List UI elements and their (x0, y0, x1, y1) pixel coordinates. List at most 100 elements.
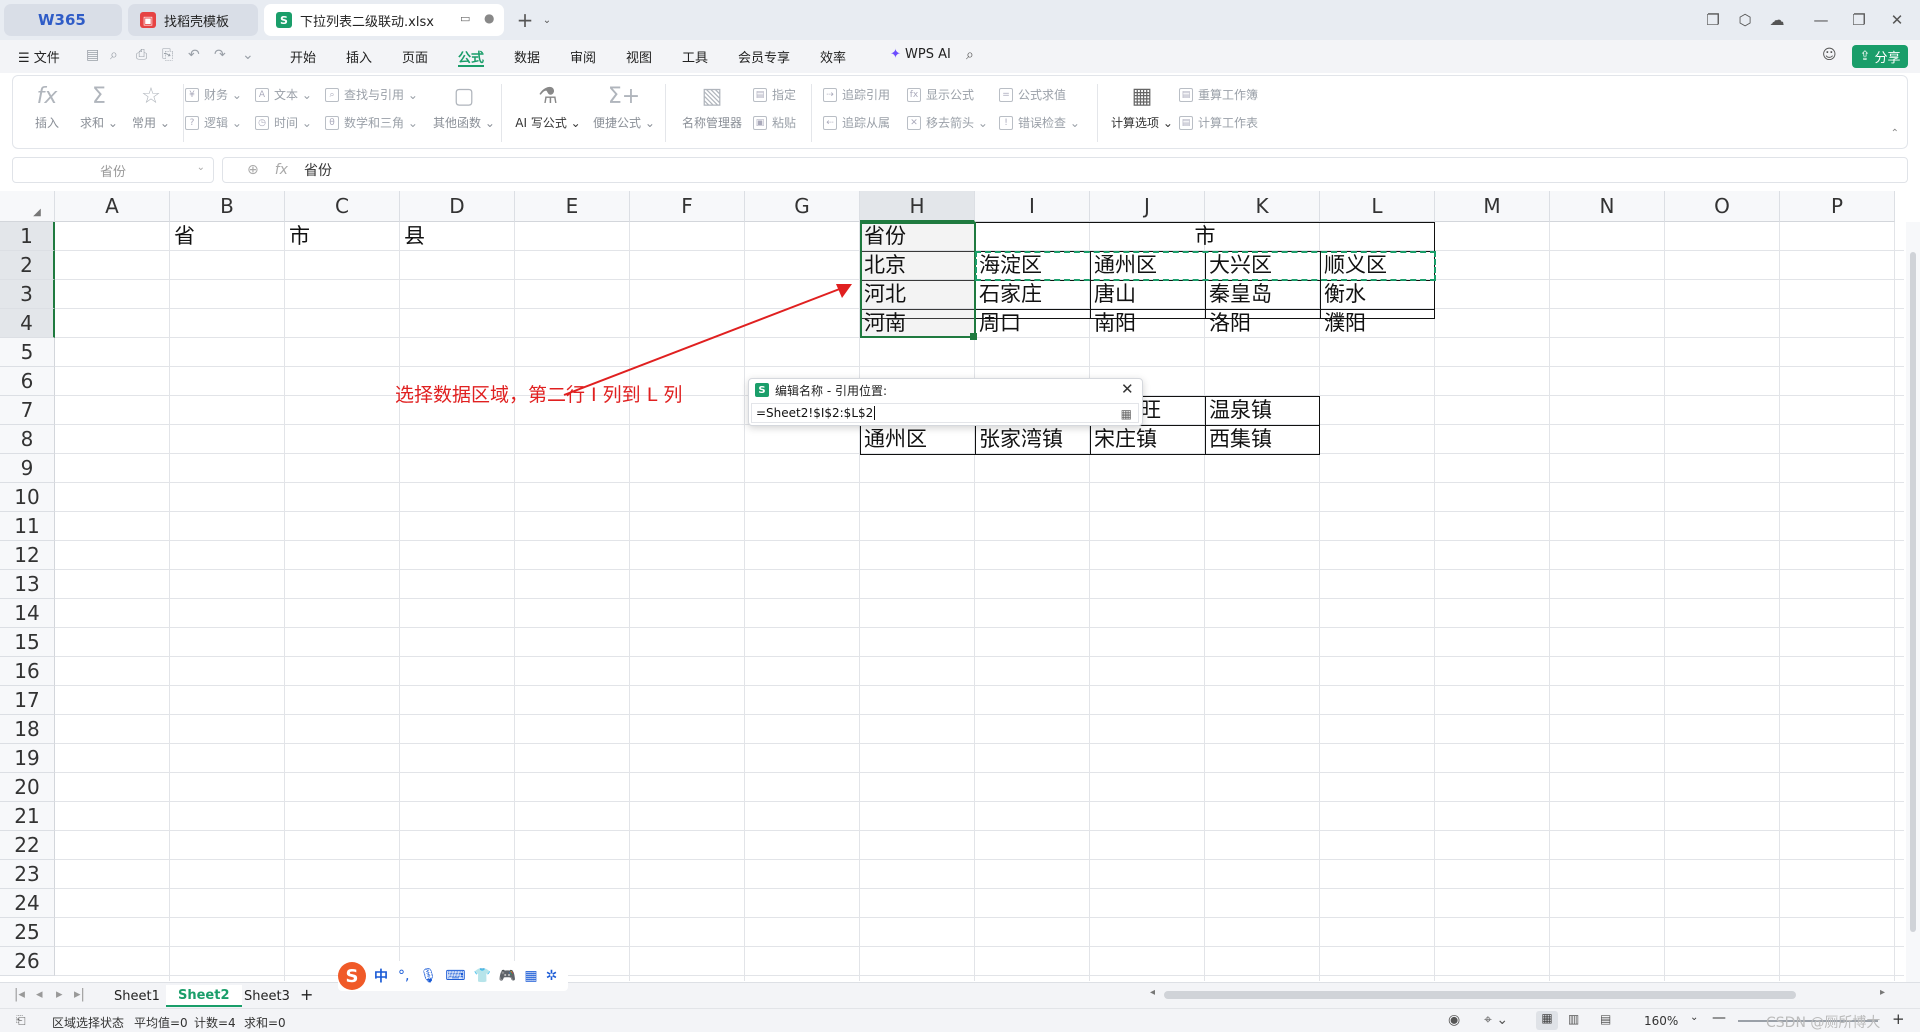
zoom-dropdown-icon[interactable]: ⌄ (1690, 1012, 1698, 1023)
cell-h2[interactable]: 北京 (860, 251, 975, 280)
insert-function-button[interactable]: fx 插入 (21, 84, 73, 131)
row-header-18[interactable]: 18 (0, 715, 55, 744)
search-icon[interactable]: ⌕ (966, 47, 974, 63)
name-manager-button[interactable]: ▧ 名称管理器 (677, 84, 747, 131)
cell-d1[interactable]: 县 (400, 222, 515, 251)
next-sheet-icon[interactable]: ▸ (56, 987, 63, 1002)
collapse-ribbon-icon[interactable]: ⌃ (1891, 128, 1899, 139)
specify-button[interactable]: ▤ 指定 (753, 86, 796, 103)
column-header-e[interactable]: E (515, 191, 630, 222)
column-header-n[interactable]: N (1550, 191, 1665, 222)
cell-j2[interactable]: 通州区 (1090, 251, 1205, 280)
cell-i1[interactable]: 市 (975, 222, 1435, 251)
page-layout-icon[interactable]: ▥ (1568, 1012, 1579, 1026)
user-icon[interactable]: ☁ (1764, 8, 1790, 32)
cell-l2[interactable]: 顺义区 (1320, 251, 1435, 280)
paste-name-button[interactable]: ▣ 粘贴 (753, 114, 796, 131)
menu-insert[interactable]: 插入 (346, 47, 372, 67)
cell-h4[interactable]: 河南 (860, 309, 975, 338)
menu-page[interactable]: 页面 (402, 47, 428, 67)
collapse-dialog-icon[interactable]: ▦ (1121, 405, 1132, 423)
row-header-1[interactable]: 1 (0, 222, 55, 251)
column-header-a[interactable]: A (55, 191, 170, 222)
cell-l3[interactable]: 衡水 (1320, 280, 1435, 309)
menu-data[interactable]: 数据 (514, 47, 540, 67)
status-average[interactable]: 平均值=0 (134, 1014, 188, 1031)
cell-h1[interactable]: 省份 (860, 222, 975, 251)
cell-k7[interactable]: 温泉镇 (1205, 396, 1320, 425)
column-header-m[interactable]: M (1435, 191, 1550, 222)
formula-bar[interactable]: ⊕ fx 省份 (222, 157, 1908, 183)
status-sum[interactable]: 求和=0 (244, 1014, 286, 1031)
horizontal-scroll-thumb[interactable] (1164, 991, 1796, 999)
apps-grid-icon[interactable]: ▦ (524, 968, 537, 984)
formula-content[interactable]: 省份 (304, 160, 332, 180)
chevron-down-icon[interactable]: ⌄ (534, 8, 560, 32)
evaluate-formula-button[interactable]: = 公式求值 (999, 86, 1066, 103)
cell-j4[interactable]: 南阳 (1090, 309, 1205, 338)
cell-i8[interactable]: 张家湾镇 (975, 425, 1090, 454)
row-header-15[interactable]: 15 (0, 628, 55, 657)
cell-i2[interactable]: 海淀区 (975, 251, 1090, 280)
minimize-icon[interactable]: — (1808, 8, 1834, 32)
skin-icon[interactable]: 👕 (473, 968, 490, 984)
print-preview-icon[interactable]: ⎘ (162, 47, 173, 63)
column-header-k[interactable]: K (1205, 191, 1320, 222)
cell-h8[interactable]: 通州区 (860, 425, 975, 454)
row-header-26[interactable]: 26 (0, 947, 55, 976)
sogou-logo-icon[interactable]: S (338, 962, 366, 990)
row-header-7[interactable]: 7 (0, 396, 55, 425)
column-header-d[interactable]: D (400, 191, 515, 222)
cell-k2[interactable]: 大兴区 (1205, 251, 1320, 280)
cell-i4[interactable]: 周口 (975, 309, 1090, 338)
time-button[interactable]: ◷ 时间 ⌄ (255, 114, 312, 131)
row-header-2[interactable]: 2 (0, 251, 55, 280)
monitor-icon[interactable]: ▭ (460, 12, 470, 25)
column-header-b[interactable]: B (170, 191, 285, 222)
window-restore-icon[interactable]: ❐ (1700, 8, 1726, 32)
row-header-19[interactable]: 19 (0, 744, 55, 773)
first-sheet-icon[interactable]: |◂ (14, 987, 25, 1002)
calc-sheet-button[interactable]: ▤ 计算工作表 (1179, 114, 1258, 131)
row-header-21[interactable]: 21 (0, 802, 55, 831)
logic-button[interactable]: ? 逻辑 ⌄ (185, 114, 242, 131)
row-header-10[interactable]: 10 (0, 483, 55, 512)
zoom-formula-icon[interactable]: ⊕ (247, 162, 259, 178)
dialog-close-icon[interactable]: ✕ (1121, 380, 1134, 398)
redo-icon[interactable]: ↷ (214, 47, 226, 63)
trace-precedents-button[interactable]: ⇢ 追踪引用 (823, 86, 890, 103)
select-all-corner[interactable]: ◢ (0, 191, 55, 222)
column-header-h[interactable]: H (860, 191, 975, 222)
share-doc-icon[interactable]: ⌕ (110, 47, 118, 63)
menu-view[interactable]: 视图 (626, 47, 652, 67)
last-sheet-icon[interactable]: ▸| (74, 987, 85, 1002)
sheet-tab-sheet1[interactable]: Sheet1 (102, 985, 172, 1007)
sheet-tab-sheet2[interactable]: Sheet2 (166, 985, 242, 1007)
tab-workbook[interactable]: S 下拉列表二级联动.xlsx ▭ ● (264, 4, 504, 36)
column-header-j[interactable]: J (1090, 191, 1205, 222)
cell-k8[interactable]: 西集镇 (1205, 425, 1320, 454)
add-sheet-icon[interactable]: + (300, 985, 313, 1004)
cell-i3[interactable]: 石家庄 (975, 280, 1090, 309)
cell-k3[interactable]: 秦皇岛 (1205, 280, 1320, 309)
row-header-16[interactable]: 16 (0, 657, 55, 686)
ime-punctuation[interactable]: °, (398, 968, 409, 984)
row-header-17[interactable]: 17 (0, 686, 55, 715)
vertical-scroll-thumb[interactable] (1910, 252, 1916, 932)
column-header-o[interactable]: O (1665, 191, 1780, 222)
row-header-6[interactable]: 6 (0, 367, 55, 396)
row-header-4[interactable]: 4 (0, 309, 55, 338)
column-header-i[interactable]: I (975, 191, 1090, 222)
zoom-out-icon[interactable]: — (1712, 1010, 1726, 1026)
zoom-level[interactable]: 160% (1644, 1014, 1678, 1028)
column-header-p[interactable]: P (1780, 191, 1895, 222)
menu-review[interactable]: 审阅 (570, 47, 596, 67)
quick-formula-button[interactable]: Σ+ 便捷公式 ⌄ (591, 84, 657, 131)
cell-c1[interactable]: 市 (285, 222, 400, 251)
remove-arrows-button[interactable]: ✕ 移去箭头 ⌄ (907, 114, 988, 131)
prev-sheet-icon[interactable]: ◂ (36, 987, 43, 1002)
zoom-in-icon[interactable]: + (1892, 1010, 1905, 1028)
row-header-11[interactable]: 11 (0, 512, 55, 541)
tab-w365[interactable]: W365 (4, 4, 122, 36)
close-icon[interactable]: ✕ (1884, 8, 1910, 32)
